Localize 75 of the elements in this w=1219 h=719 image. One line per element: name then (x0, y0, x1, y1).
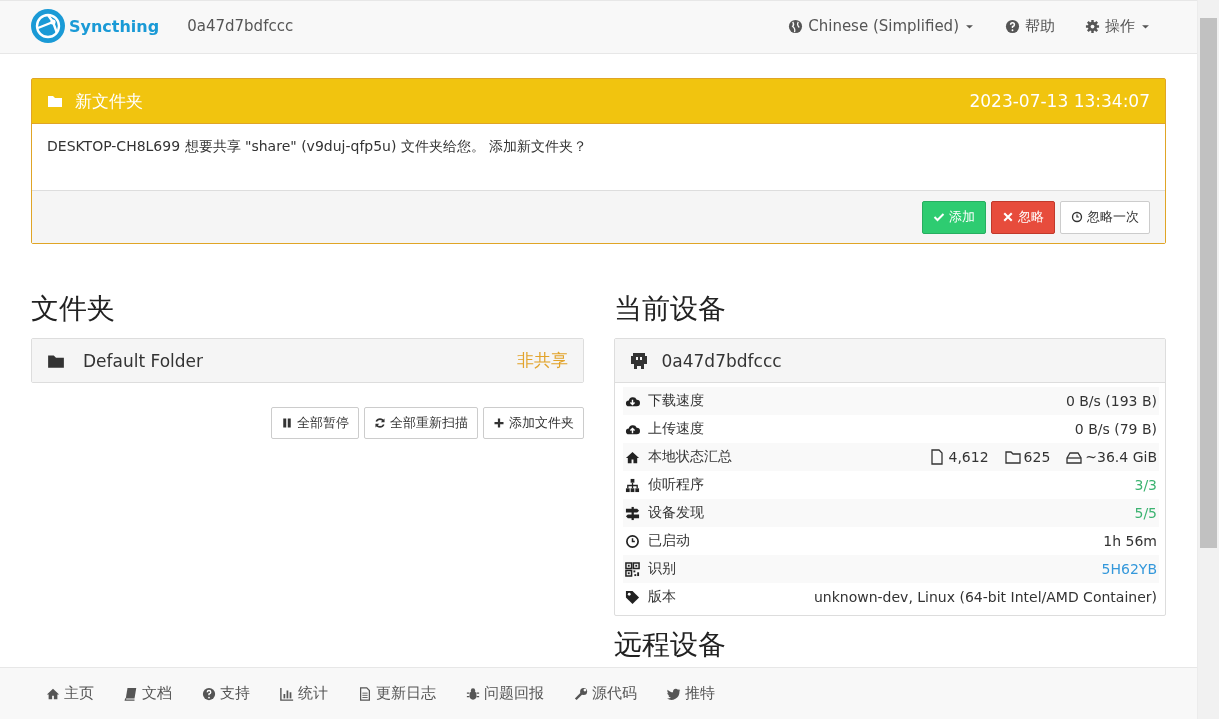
stat-label: 识别 (647, 560, 676, 578)
stat-label: 版本 (647, 588, 676, 606)
stat-value: 5/5 (1134, 505, 1157, 521)
folder-icon (47, 93, 63, 109)
stat-value: 5H62YB (1101, 561, 1157, 577)
folder-action-button[interactable]: 全部暂停 (270, 407, 359, 439)
stat-label: 本地状态汇总 (647, 448, 732, 466)
notice-button[interactable]: 忽略一次 (1060, 200, 1150, 234)
book-icon (124, 686, 138, 701)
folder-panel[interactable]: Default Folder 非共享 (31, 338, 584, 383)
clock-icon (624, 533, 640, 549)
footer-link[interactable]: 支持 (202, 684, 250, 703)
pause-icon (280, 417, 293, 429)
scrollbar-thumb[interactable] (1200, 18, 1217, 548)
bug-icon (466, 686, 480, 701)
folder-action-button[interactable]: 添加文件夹 (482, 407, 584, 439)
footer-link[interactable]: 问题回报 (466, 684, 544, 703)
file-icon (929, 449, 946, 465)
stat-label: 侦听程序 (647, 476, 704, 494)
qr-code-icon (624, 561, 640, 577)
folder-action-button[interactable]: 全部重新扫描 (363, 407, 478, 439)
close-icon (1002, 211, 1014, 223)
stat-value: 1h 56m (1103, 533, 1157, 549)
check-icon (933, 211, 945, 223)
device-name: 0a47d7bdfccc (661, 350, 783, 371)
document-icon (358, 686, 372, 701)
help-icon (1005, 18, 1020, 34)
bar-chart-icon (280, 686, 294, 701)
stat-label: 下载速度 (647, 392, 704, 410)
footer-link[interactable]: 主页 (46, 684, 94, 703)
folder-status: 非共享 (516, 349, 568, 372)
stat-label: 已启动 (647, 532, 690, 550)
section-heading: 文件夹 (31, 292, 116, 326)
footer-link[interactable]: 推特 (667, 684, 715, 703)
signpost-icon (624, 505, 640, 521)
stat-value: 0 B/s (79 B) (1074, 421, 1157, 437)
footer-link[interactable]: 文档 (124, 684, 172, 703)
device-name: 0a47d7bdfccc (187, 17, 294, 35)
home-icon (46, 686, 60, 701)
section-heading: 当前设备 (613, 292, 727, 326)
notice-button[interactable]: 忽略 (991, 200, 1055, 234)
stat-value: 3/3 (1134, 477, 1157, 493)
disk-size: ~36.4 GiB (1085, 449, 1157, 465)
nav-menu[interactable]: 帮助 (1005, 16, 1055, 36)
folder-name: Default Folder (83, 350, 205, 371)
stat-value: unknown-dev, Linux (64-bit Intel/AMD Container) (813, 589, 1157, 605)
stat-value: 0 B/s (193 B) (1065, 393, 1157, 409)
device-icon (629, 351, 648, 370)
footer-link[interactable]: 统计 (280, 684, 328, 703)
home-icon (624, 449, 640, 465)
notice-title: 新文件夹 (75, 89, 144, 113)
bird-icon (667, 686, 681, 701)
settings-icon (1085, 18, 1100, 34)
tag-icon (624, 589, 640, 605)
section-heading: 远程设备 (613, 628, 727, 662)
file-count: 4,612 (948, 449, 989, 465)
clock-icon (1071, 211, 1083, 223)
folder-count: 625 (1023, 449, 1051, 465)
nav-menu[interactable]: Chinese (Simplified) (788, 17, 975, 35)
notice-time: 2023-07-13 13:34:07 (969, 91, 1150, 111)
footer-link[interactable]: 更新日志 (358, 684, 436, 703)
hard-drive-icon (1066, 449, 1083, 465)
notice-message: DESKTOP-CH8L699 想要共享 "share" (v9duj-qfp5u) 文件夹给您。 添加新文件夹？ (47, 138, 588, 154)
stat-label: 上传速度 (647, 420, 704, 438)
wrench-icon (574, 686, 588, 701)
folder-outline-icon (1004, 449, 1021, 465)
refresh-icon (373, 417, 386, 429)
help-icon (202, 686, 216, 701)
footer-link[interactable]: 源代码 (574, 684, 637, 703)
nav-menu[interactable]: 操作 (1085, 16, 1151, 36)
logo-icon (31, 9, 65, 43)
globe-icon (788, 18, 804, 34)
network-icon (624, 477, 640, 493)
plus-icon (492, 417, 505, 429)
stat-label: 设备发现 (647, 504, 704, 522)
